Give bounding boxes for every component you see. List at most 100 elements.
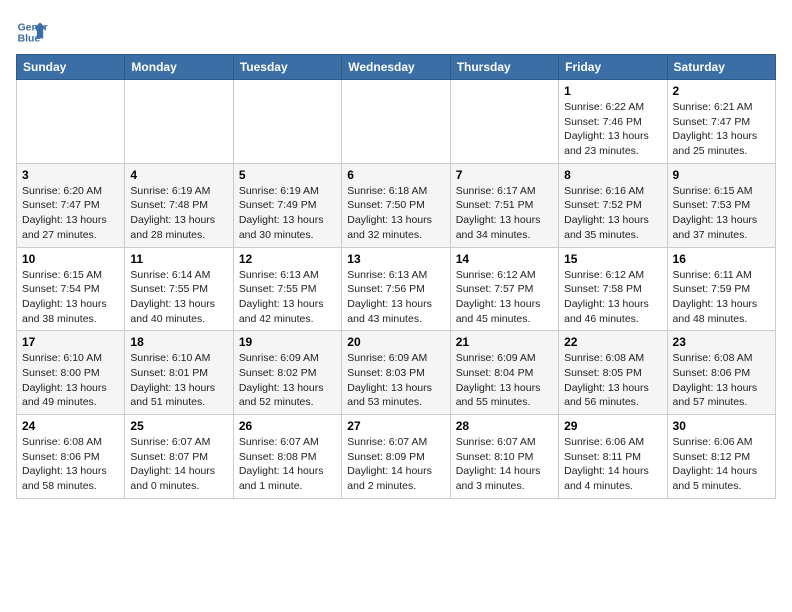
weekday-header-wednesday: Wednesday bbox=[342, 55, 450, 80]
calendar-cell: 18Sunrise: 6:10 AM Sunset: 8:01 PM Dayli… bbox=[125, 331, 233, 415]
day-number: 28 bbox=[456, 419, 553, 433]
day-info: Sunrise: 6:12 AM Sunset: 7:57 PM Dayligh… bbox=[456, 268, 553, 327]
calendar-table: SundayMondayTuesdayWednesdayThursdayFrid… bbox=[16, 54, 776, 499]
day-number: 16 bbox=[673, 252, 770, 266]
calendar-cell: 29 Sunrise: 6:06 AM Sunset: 8:11 PM Dayli… bbox=[559, 415, 667, 499]
weekday-header-thursday: Thursday bbox=[450, 55, 558, 80]
day-number: 24 bbox=[22, 419, 119, 433]
day-number: 10 bbox=[22, 252, 119, 266]
day-info: Sunrise: 6:07 AM Sunset: 8:10 PM Dayligh… bbox=[456, 435, 553, 494]
day-info: Sunrise: 6:07 AM Sunset: 8:08 PM Dayligh… bbox=[239, 435, 336, 494]
calendar-cell: 17 Sunrise: 6:10 AM Sunset: 8:00 PM Dayli… bbox=[17, 331, 125, 415]
day-info: Sunrise: 6:08 AM Sunset: 8:06 PM Dayligh… bbox=[673, 351, 770, 410]
calendar-cell: 7Sunrise: 6:17 AM Sunset: 7:51 PM Daylig… bbox=[450, 163, 558, 247]
calendar-cell bbox=[342, 80, 450, 164]
calendar-body: 1 Sunrise: 6:22 AM Sunset: 7:46 PM Daylig… bbox=[17, 80, 776, 499]
weekday-header-friday: Friday bbox=[559, 55, 667, 80]
logo-icon: General Blue bbox=[16, 16, 48, 48]
day-number: 29 bbox=[564, 419, 661, 433]
calendar-cell: 16 Sunrise: 6:11 AM Sunset: 7:59 PM Dayli… bbox=[667, 247, 775, 331]
calendar-cell: 22 Sunrise: 6:08 AM Sunset: 8:05 PM Dayli… bbox=[559, 331, 667, 415]
calendar-cell: 2Sunrise: 6:21 AM Sunset: 7:47 PM Daylig… bbox=[667, 80, 775, 164]
calendar-cell: 5Sunrise: 6:19 AM Sunset: 7:49 PM Daylig… bbox=[233, 163, 341, 247]
day-info: Sunrise: 6:16 AM Sunset: 7:52 PM Dayligh… bbox=[564, 184, 661, 243]
day-number: 3 bbox=[22, 168, 119, 182]
calendar-cell: 10Sunrise: 6:15 AM Sunset: 7:54 PM Dayli… bbox=[17, 247, 125, 331]
day-number: 22 bbox=[564, 335, 661, 349]
weekday-header-monday: Monday bbox=[125, 55, 233, 80]
day-info: Sunrise: 6:09 AM Sunset: 8:02 PM Dayligh… bbox=[239, 351, 336, 410]
day-number: 4 bbox=[130, 168, 227, 182]
day-number: 11 bbox=[130, 252, 227, 266]
calendar-week-row: 3 Sunrise: 6:20 AM Sunset: 7:47 PM Daylig… bbox=[17, 163, 776, 247]
calendar-cell bbox=[233, 80, 341, 164]
calendar-cell: 20 Sunrise: 6:09 AM Sunset: 8:03 PM Dayli… bbox=[342, 331, 450, 415]
calendar-cell bbox=[125, 80, 233, 164]
day-info: Sunrise: 6:08 AM Sunset: 8:05 PM Dayligh… bbox=[564, 351, 661, 410]
weekday-header-saturday: Saturday bbox=[667, 55, 775, 80]
day-number: 5 bbox=[239, 168, 336, 182]
day-number: 26 bbox=[239, 419, 336, 433]
calendar-cell: 15Sunrise: 6:12 AM Sunset: 7:58 PM Dayli… bbox=[559, 247, 667, 331]
day-number: 8 bbox=[564, 168, 661, 182]
calendar-cell: 14 Sunrise: 6:12 AM Sunset: 7:57 PM Dayli… bbox=[450, 247, 558, 331]
day-info: Sunrise: 6:06 AM Sunset: 8:12 PM Dayligh… bbox=[673, 435, 770, 494]
calendar-cell: 27Sunrise: 6:07 AM Sunset: 8:09 PM Dayli… bbox=[342, 415, 450, 499]
calendar-cell: 1 Sunrise: 6:22 AM Sunset: 7:46 PM Daylig… bbox=[559, 80, 667, 164]
calendar-cell: 25Sunrise: 6:07 AM Sunset: 8:07 PM Dayli… bbox=[125, 415, 233, 499]
day-info: Sunrise: 6:14 AM Sunset: 7:55 PM Dayligh… bbox=[130, 268, 227, 327]
day-info: Sunrise: 6:11 AM Sunset: 7:59 PM Dayligh… bbox=[673, 268, 770, 327]
day-number: 13 bbox=[347, 252, 444, 266]
day-number: 21 bbox=[456, 335, 553, 349]
logo: General Blue bbox=[16, 16, 52, 48]
day-number: 30 bbox=[673, 419, 770, 433]
calendar-cell: 12 Sunrise: 6:13 AM Sunset: 7:55 PM Dayli… bbox=[233, 247, 341, 331]
calendar-header: SundayMondayTuesdayWednesdayThursdayFrid… bbox=[17, 55, 776, 80]
day-info: Sunrise: 6:08 AM Sunset: 8:06 PM Dayligh… bbox=[22, 435, 119, 494]
day-number: 1 bbox=[564, 84, 661, 98]
day-info: Sunrise: 6:07 AM Sunset: 8:07 PM Dayligh… bbox=[130, 435, 227, 494]
weekday-header-sunday: Sunday bbox=[17, 55, 125, 80]
day-info: Sunrise: 6:09 AM Sunset: 8:03 PM Dayligh… bbox=[347, 351, 444, 410]
calendar-cell: 21 Sunrise: 6:09 AM Sunset: 8:04 PM Dayli… bbox=[450, 331, 558, 415]
day-info: Sunrise: 6:15 AM Sunset: 7:53 PM Dayligh… bbox=[673, 184, 770, 243]
calendar-cell: 23 Sunrise: 6:08 AM Sunset: 8:06 PM Dayli… bbox=[667, 331, 775, 415]
day-number: 12 bbox=[239, 252, 336, 266]
calendar-cell: 4 Sunrise: 6:19 AM Sunset: 7:48 PM Daylig… bbox=[125, 163, 233, 247]
day-info: Sunrise: 6:21 AM Sunset: 7:47 PM Dayligh… bbox=[673, 100, 770, 159]
day-number: 23 bbox=[673, 335, 770, 349]
calendar-cell: 24 Sunrise: 6:08 AM Sunset: 8:06 PM Dayli… bbox=[17, 415, 125, 499]
calendar-week-row: 17 Sunrise: 6:10 AM Sunset: 8:00 PM Dayli… bbox=[17, 331, 776, 415]
day-info: Sunrise: 6:22 AM Sunset: 7:46 PM Dayligh… bbox=[564, 100, 661, 159]
day-number: 6 bbox=[347, 168, 444, 182]
day-number: 27 bbox=[347, 419, 444, 433]
calendar-cell: 9Sunrise: 6:15 AM Sunset: 7:53 PM Daylig… bbox=[667, 163, 775, 247]
day-info: Sunrise: 6:13 AM Sunset: 7:56 PM Dayligh… bbox=[347, 268, 444, 327]
calendar-cell: 6 Sunrise: 6:18 AM Sunset: 7:50 PM Daylig… bbox=[342, 163, 450, 247]
day-info: Sunrise: 6:20 AM Sunset: 7:47 PM Dayligh… bbox=[22, 184, 119, 243]
day-info: Sunrise: 6:13 AM Sunset: 7:55 PM Dayligh… bbox=[239, 268, 336, 327]
calendar-cell: 19Sunrise: 6:09 AM Sunset: 8:02 PM Dayli… bbox=[233, 331, 341, 415]
weekday-header-tuesday: Tuesday bbox=[233, 55, 341, 80]
calendar-cell: 11 Sunrise: 6:14 AM Sunset: 7:55 PM Dayli… bbox=[125, 247, 233, 331]
day-info: Sunrise: 6:10 AM Sunset: 8:01 PM Dayligh… bbox=[130, 351, 227, 410]
day-info: Sunrise: 6:17 AM Sunset: 7:51 PM Dayligh… bbox=[456, 184, 553, 243]
calendar-week-row: 1 Sunrise: 6:22 AM Sunset: 7:46 PM Daylig… bbox=[17, 80, 776, 164]
calendar-cell: 26 Sunrise: 6:07 AM Sunset: 8:08 PM Dayli… bbox=[233, 415, 341, 499]
calendar-cell: 3 Sunrise: 6:20 AM Sunset: 7:47 PM Daylig… bbox=[17, 163, 125, 247]
day-number: 14 bbox=[456, 252, 553, 266]
calendar-week-row: 24 Sunrise: 6:08 AM Sunset: 8:06 PM Dayli… bbox=[17, 415, 776, 499]
day-info: Sunrise: 6:12 AM Sunset: 7:58 PM Dayligh… bbox=[564, 268, 661, 327]
day-number: 20 bbox=[347, 335, 444, 349]
weekday-header-row: SundayMondayTuesdayWednesdayThursdayFrid… bbox=[17, 55, 776, 80]
calendar-cell bbox=[450, 80, 558, 164]
day-info: Sunrise: 6:10 AM Sunset: 8:00 PM Dayligh… bbox=[22, 351, 119, 410]
day-info: Sunrise: 6:19 AM Sunset: 7:48 PM Dayligh… bbox=[130, 184, 227, 243]
calendar-cell bbox=[17, 80, 125, 164]
day-info: Sunrise: 6:18 AM Sunset: 7:50 PM Dayligh… bbox=[347, 184, 444, 243]
day-info: Sunrise: 6:06 AM Sunset: 8:11 PM Dayligh… bbox=[564, 435, 661, 494]
day-number: 17 bbox=[22, 335, 119, 349]
day-info: Sunrise: 6:09 AM Sunset: 8:04 PM Dayligh… bbox=[456, 351, 553, 410]
calendar-cell: 8 Sunrise: 6:16 AM Sunset: 7:52 PM Daylig… bbox=[559, 163, 667, 247]
calendar-cell: 13 Sunrise: 6:13 AM Sunset: 7:56 PM Dayli… bbox=[342, 247, 450, 331]
